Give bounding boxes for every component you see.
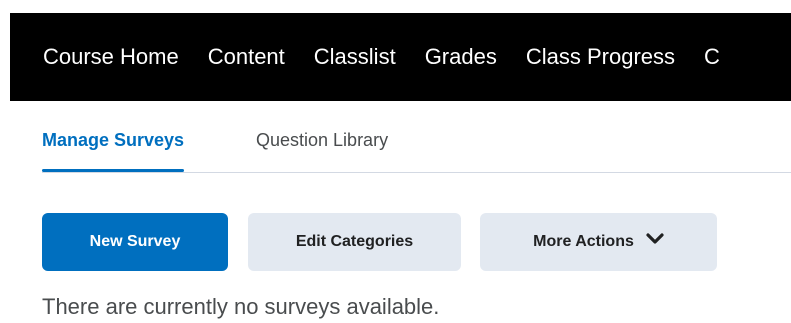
new-survey-button-label: New Survey	[89, 233, 181, 250]
nav-item-truncated[interactable]: C	[704, 44, 720, 70]
nav-item-course-home[interactable]: Course Home	[43, 44, 179, 70]
more-actions-button[interactable]: More Actions	[480, 213, 717, 271]
tab-manage-surveys[interactable]: Manage Surveys	[42, 130, 185, 172]
survey-tabs: Manage Surveys Question Library	[42, 118, 791, 173]
more-actions-button-label: More Actions	[533, 233, 634, 250]
course-navbar: Course Home Content Classlist Grades Cla…	[10, 13, 791, 101]
nav-item-content[interactable]: Content	[208, 44, 285, 70]
edit-categories-button-label: Edit Categories	[295, 233, 414, 250]
empty-state-message: There are currently no surveys available…	[42, 294, 440, 319]
chevron-down-icon	[646, 232, 664, 250]
nav-item-grades[interactable]: Grades	[425, 44, 497, 70]
course-nav-items: Course Home Content Classlist Grades Cla…	[43, 13, 749, 101]
nav-item-classlist[interactable]: Classlist	[314, 44, 396, 70]
nav-item-class-progress[interactable]: Class Progress	[526, 44, 675, 70]
new-survey-button[interactable]: New Survey	[42, 213, 228, 271]
tab-question-library[interactable]: Question Library	[256, 130, 388, 151]
edit-categories-button[interactable]: Edit Categories	[248, 213, 461, 271]
